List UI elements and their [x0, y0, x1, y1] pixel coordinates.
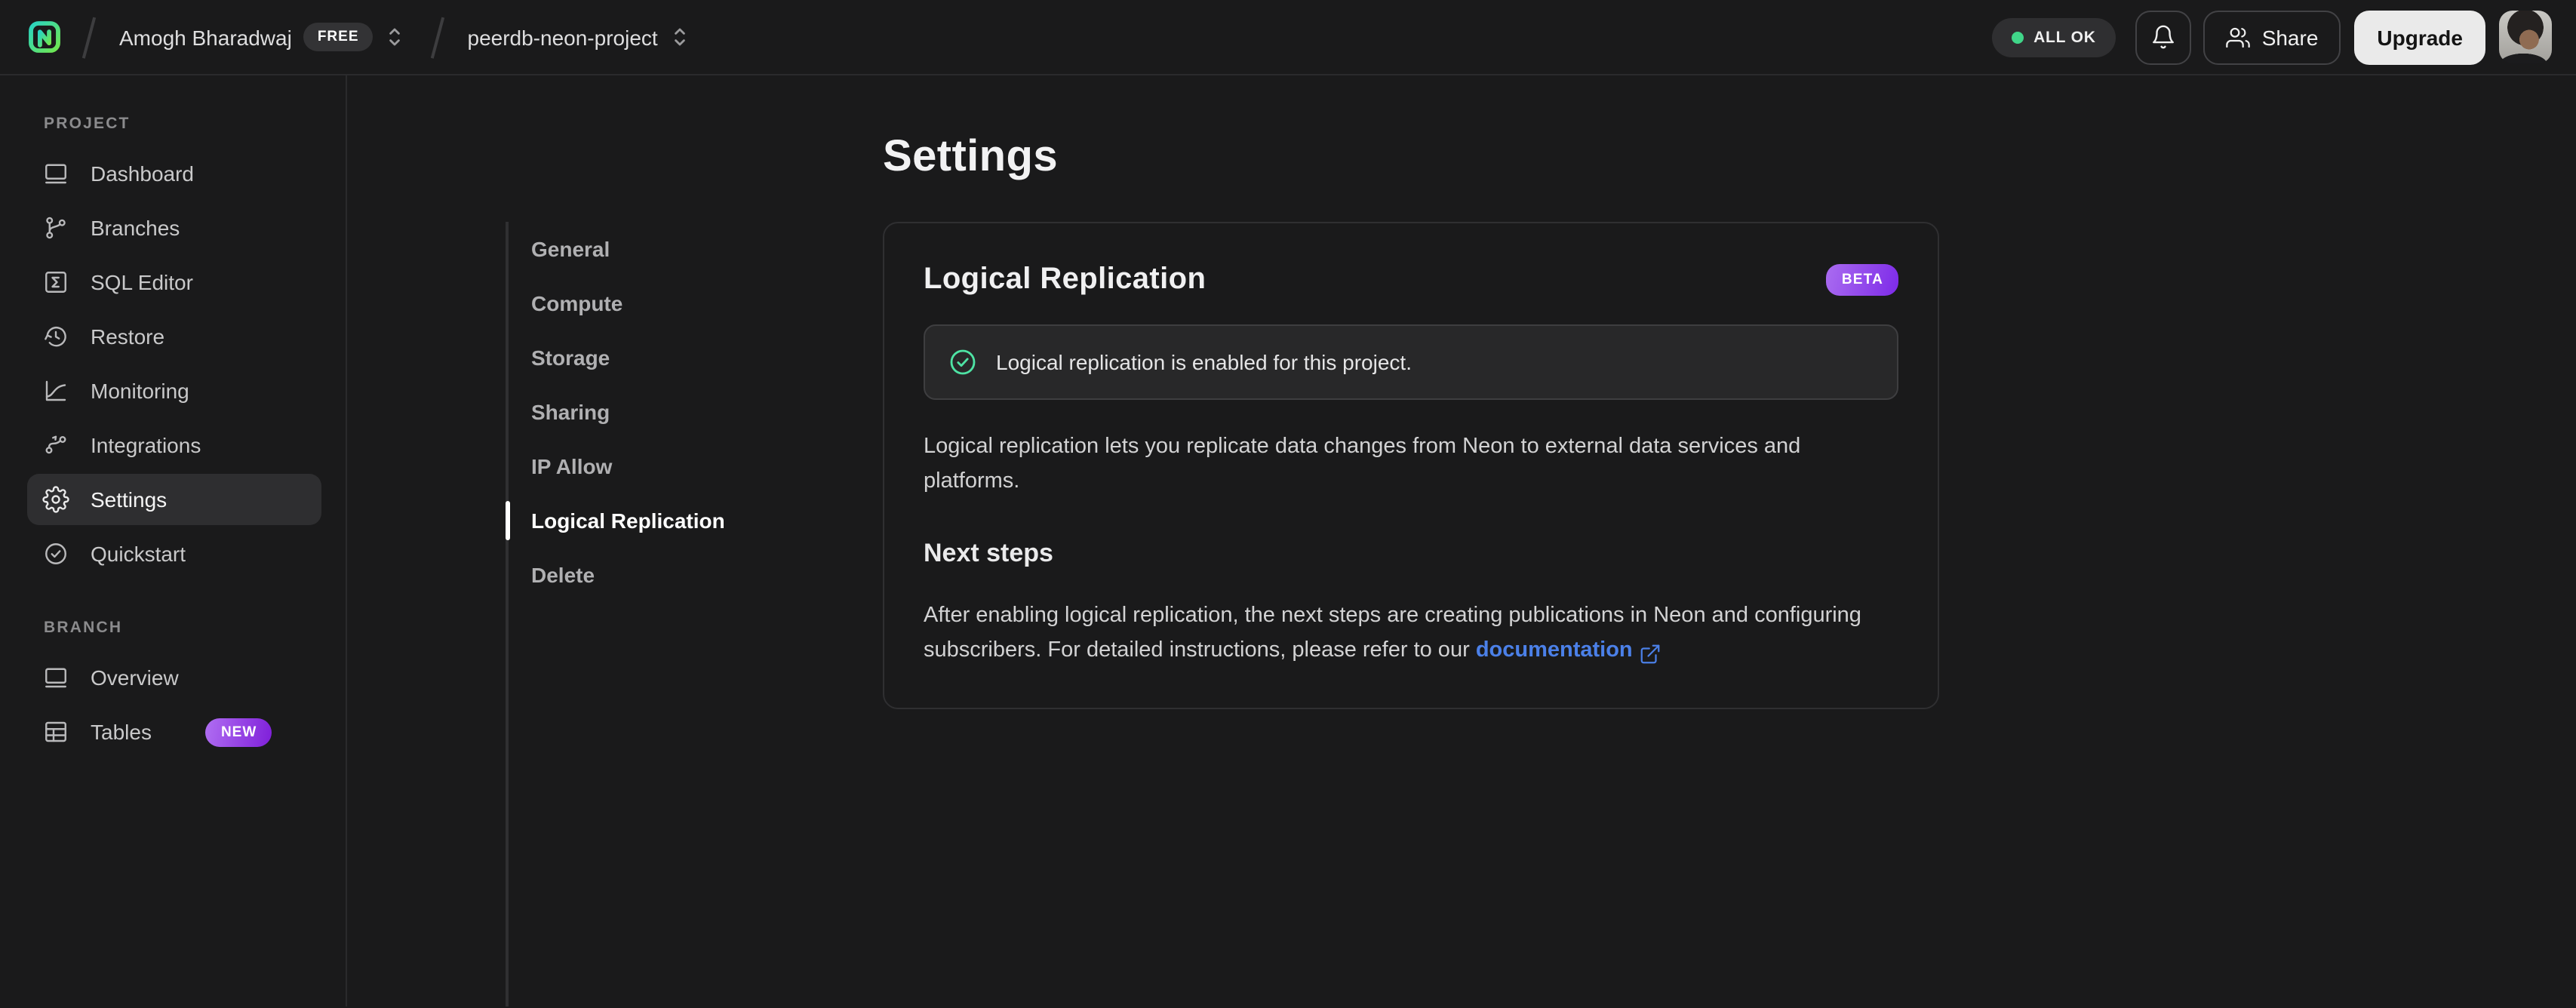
beta-badge: BETA	[1826, 264, 1898, 296]
status-badge[interactable]: ALL OK	[1991, 17, 2116, 57]
settings-nav-item-delete[interactable]: Delete	[509, 548, 732, 602]
status-dot	[2011, 31, 2024, 43]
notifications-button[interactable]	[2135, 10, 2191, 64]
selector-chevrons-icon	[389, 28, 400, 46]
alert-text: Logical replication is enabled for this …	[996, 350, 1412, 374]
overview-icon	[45, 668, 66, 688]
breadcrumb-separator	[423, 14, 450, 60]
sidebar-item-label: Monitoring	[91, 379, 189, 403]
sidebar-item-label: Overview	[91, 665, 179, 690]
next-steps-text-body: After enabling logical replication, the …	[924, 604, 1861, 662]
sidebar-item-label: Quickstart	[91, 542, 186, 566]
settings-nav-item-ip-allow[interactable]: IP Allow	[509, 439, 732, 493]
project-selector[interactable]: peerdb-neon-project	[459, 18, 699, 56]
sidebar-section-label-branch: BRANCH	[44, 619, 123, 637]
settings-nav-item-compute[interactable]: Compute	[509, 276, 732, 330]
status-label: ALL OK	[2033, 28, 2096, 46]
sidebar-item-branches[interactable]: Branches	[27, 202, 321, 254]
sidebar-item-overview[interactable]: Overview	[27, 652, 321, 703]
project-name: peerdb-neon-project	[467, 25, 658, 49]
monitoring-icon	[45, 380, 66, 401]
settings-gear-icon	[42, 486, 69, 513]
success-alert: Logical replication is enabled for this …	[924, 324, 1898, 400]
next-steps-heading: Next steps	[924, 539, 1053, 567]
sidebar-item-label: Tables	[91, 720, 152, 744]
external-link-icon	[1640, 644, 1660, 664]
sidebar-item-settings[interactable]: Settings	[27, 474, 321, 525]
sidebar-item-label: Restore	[91, 324, 165, 349]
branches-icon	[46, 217, 66, 239]
restore-icon	[45, 326, 66, 347]
sidebar-item-restore[interactable]: Restore	[27, 311, 321, 362]
neon-logo[interactable]	[24, 17, 65, 57]
bell-icon	[2152, 25, 2174, 49]
settings-nav: General Compute Storage Sharing IP Allow…	[506, 222, 732, 1006]
share-label: Share	[2261, 25, 2319, 49]
sql-editor-icon	[45, 272, 66, 293]
top-header: Amogh Bharadwaj FREE peerdb-neon-project…	[0, 0, 2576, 75]
sidebar-item-label: Dashboard	[91, 161, 194, 186]
tables-icon	[45, 721, 66, 742]
user-avatar[interactable]	[2499, 11, 2552, 63]
page-title: Settings	[883, 133, 1058, 181]
sidebar-item-label: Branches	[91, 216, 180, 240]
sidebar-item-tables[interactable]: Tables NEW	[27, 706, 321, 758]
sidebar-section-label-project: PROJECT	[44, 115, 131, 133]
sidebar-item-sql-editor[interactable]: SQL Editor	[27, 257, 321, 308]
selector-chevrons-icon	[674, 28, 685, 46]
next-steps-text: After enabling logical replication, the …	[924, 599, 1898, 668]
integrations-icon	[45, 435, 66, 454]
settings-nav-item-logical-replication[interactable]: Logical Replication	[506, 493, 732, 548]
card-title: Logical Replication	[924, 263, 1207, 296]
sidebar-item-label: Settings	[91, 487, 168, 512]
check-circle-icon	[950, 349, 976, 375]
sidebar-item-label: SQL Editor	[91, 270, 193, 294]
sidebar-item-monitoring[interactable]: Monitoring	[27, 365, 321, 416]
org-selector[interactable]: Amogh Bharadwaj FREE	[110, 17, 413, 57]
share-button[interactable]: Share	[2203, 10, 2341, 64]
new-badge: NEW	[205, 718, 272, 746]
settings-nav-item-general[interactable]: General	[509, 222, 732, 276]
breadcrumb-separator	[74, 14, 101, 60]
sidebar: PROJECT Dashboard Branches SQL Editor Re…	[0, 75, 347, 1006]
plan-badge: FREE	[303, 23, 373, 51]
documentation-link-label: documentation	[1475, 638, 1633, 662]
main-content: Settings Logical Replication BETA Logica…	[883, 75, 2576, 1006]
sidebar-item-label: Integrations	[91, 433, 201, 457]
settings-nav-item-storage[interactable]: Storage	[509, 330, 732, 385]
quickstart-check-icon	[45, 543, 66, 564]
upgrade-button[interactable]: Upgrade	[2354, 10, 2485, 64]
logical-replication-card: Logical Replication BETA Logical replica…	[883, 222, 1939, 709]
documentation-link[interactable]: documentation	[1476, 634, 1661, 668]
org-name: Amogh Bharadwaj	[119, 25, 292, 49]
sidebar-item-integrations[interactable]: Integrations	[27, 419, 321, 471]
card-description: Logical replication lets you replicate d…	[924, 435, 1801, 493]
dashboard-icon	[45, 164, 66, 184]
users-icon	[2225, 26, 2250, 48]
sidebar-item-dashboard[interactable]: Dashboard	[27, 148, 321, 199]
sidebar-item-quickstart[interactable]: Quickstart	[27, 528, 321, 579]
settings-nav-item-sharing[interactable]: Sharing	[509, 385, 732, 439]
